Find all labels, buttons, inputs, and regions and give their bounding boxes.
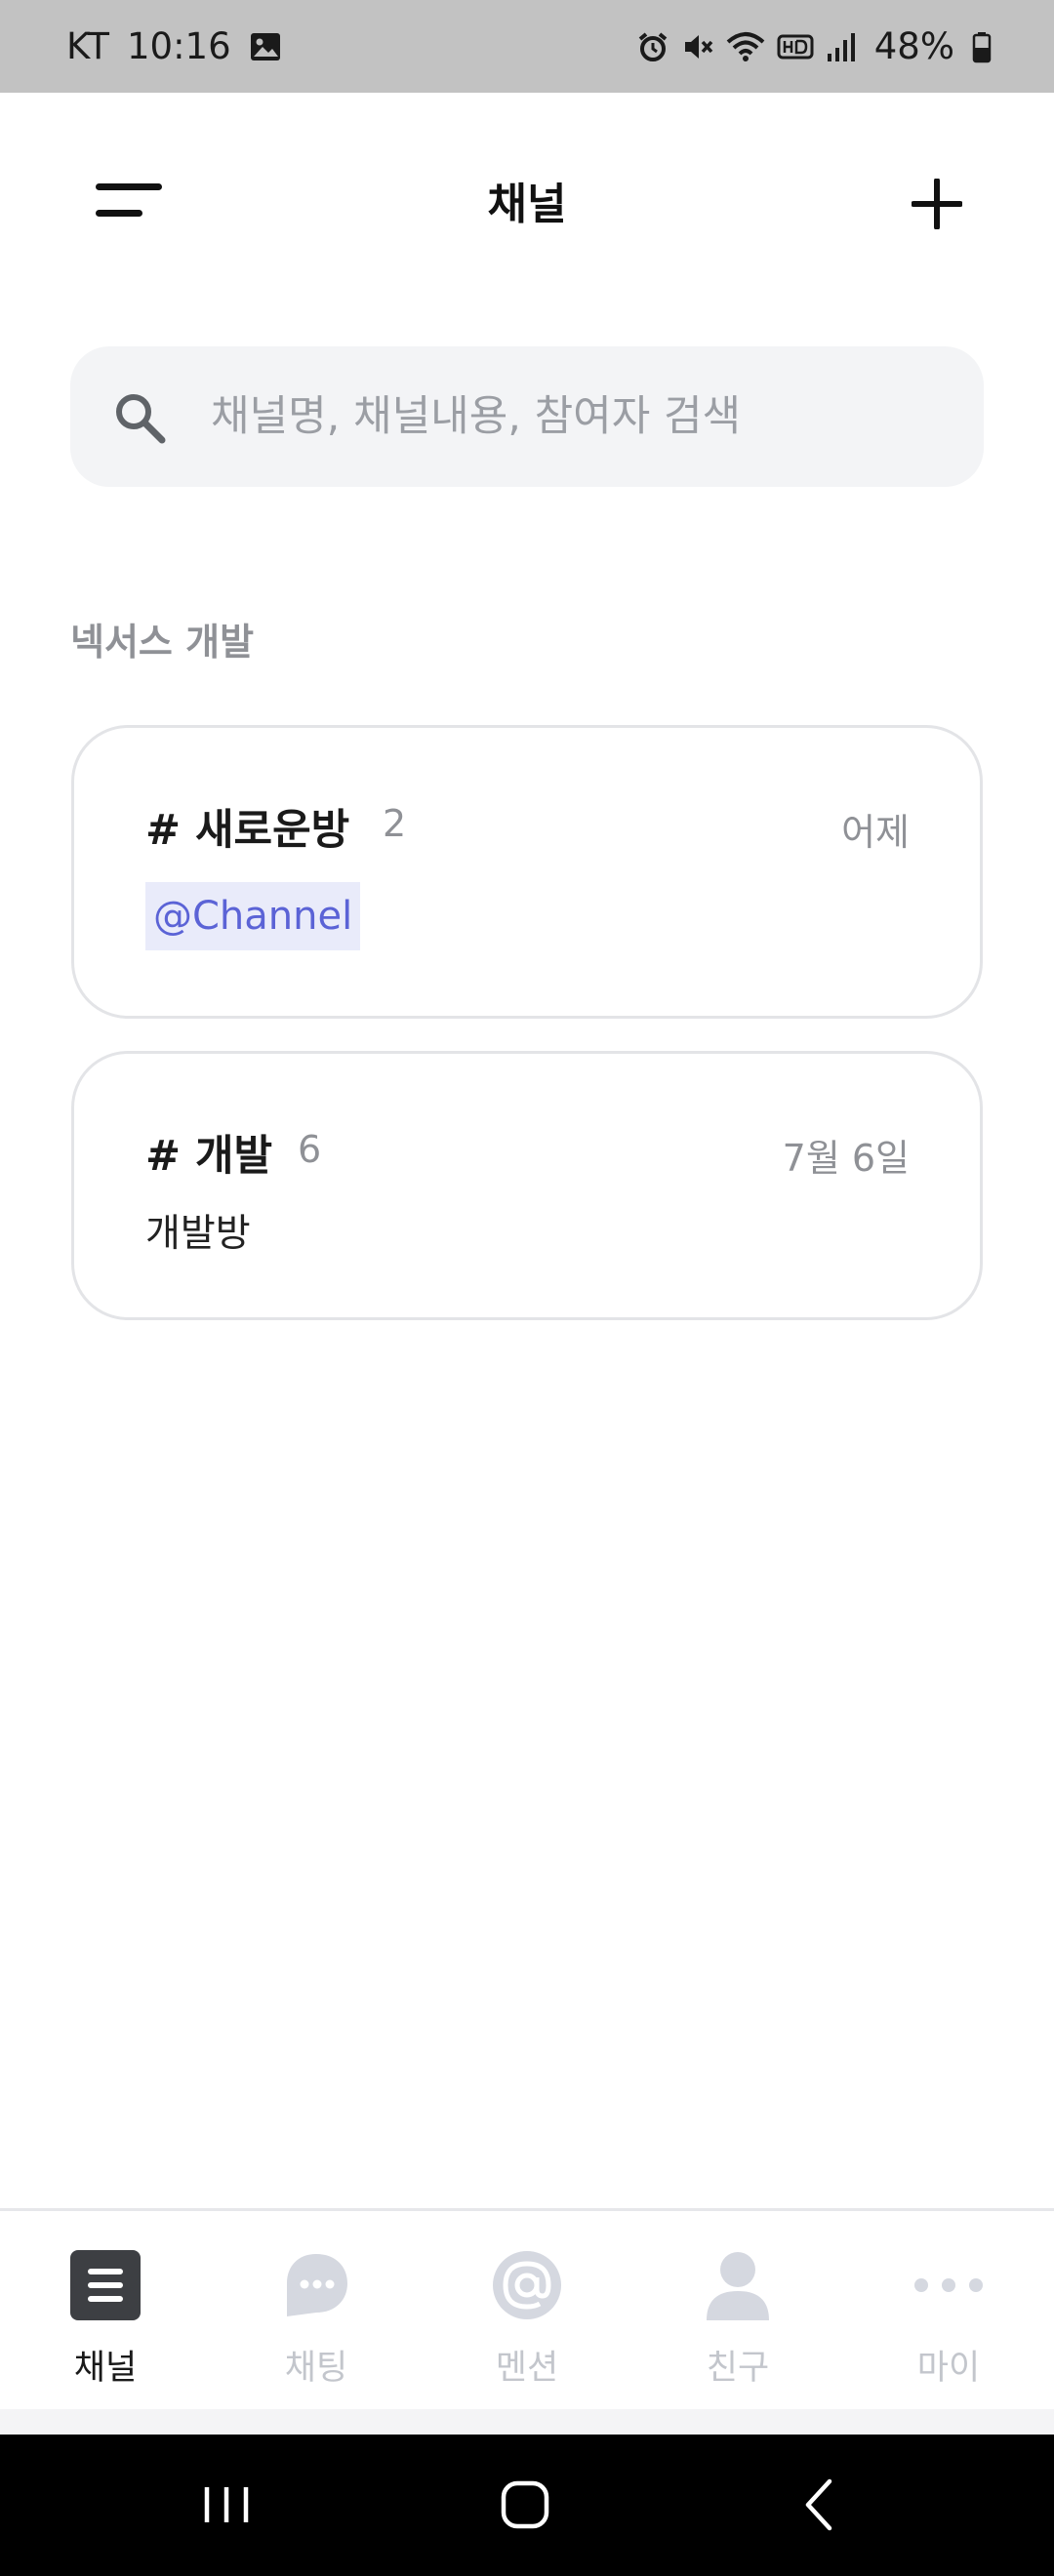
status-icons <box>636 30 857 63</box>
nav-item-friend[interactable]: 친구 <box>632 2211 843 2412</box>
channel-preview: 개발방 <box>145 1212 251 1256</box>
app-header: 채널 <box>0 93 1054 312</box>
system-nav-bar <box>0 2435 1054 2576</box>
channel-name: # 새로운방 <box>145 806 350 855</box>
nav-label: 친구 <box>706 2349 770 2388</box>
search-icon <box>116 394 166 444</box>
friend-icon <box>707 2252 769 2320</box>
carrier-label: KT <box>66 25 109 67</box>
mention-icon <box>493 2251 561 2319</box>
nav-label: 마이 <box>916 2349 981 2388</box>
search-placeholder: 채널명, 채널내용, 참여자 검색 <box>211 392 742 441</box>
nav-item-mention[interactable]: 멘션 <box>422 2211 632 2412</box>
status-left: KT 10:16 <box>66 25 282 67</box>
battery-percent: 48% <box>873 25 954 67</box>
back-icon[interactable] <box>798 2474 841 2536</box>
nav-label: 채팅 <box>284 2349 348 2388</box>
section-title: 넥서스 개발 <box>70 621 255 664</box>
image-icon <box>250 32 280 60</box>
nav-item-channel[interactable]: 채널 <box>0 2211 211 2412</box>
clock: 10:16 <box>127 25 231 67</box>
status-right: 48% <box>636 25 992 67</box>
last-message-date: 어제 <box>841 811 910 854</box>
plus-icon[interactable] <box>912 179 962 229</box>
page-title: 채널 <box>487 180 567 229</box>
search-input[interactable]: 채널명, 채널내용, 참여자 검색 <box>70 346 984 487</box>
wifi-icon <box>726 31 765 61</box>
nav-item-chat[interactable]: 채팅 <box>211 2211 422 2412</box>
status-bar: KT 10:16 48% <box>0 0 1054 93</box>
chat-icon <box>287 2254 347 2316</box>
channel-name: # 개발 <box>145 1132 273 1181</box>
mute-icon <box>684 34 713 59</box>
channel-card[interactable]: # 새로운방 2 어제 @Channel <box>71 725 983 1019</box>
nav-item-my[interactable]: 마이 <box>843 2211 1054 2412</box>
mention-tag: @Channel <box>145 882 361 950</box>
channel-icon <box>70 2250 141 2320</box>
nav-label: 채널 <box>73 2349 138 2388</box>
channel-card[interactable]: # 개발 6 7월 6일 개발방 <box>71 1051 983 1320</box>
member-count: 6 <box>298 1128 322 1171</box>
last-message-date: 7월 6일 <box>782 1137 910 1180</box>
nav-label: 멘션 <box>495 2349 559 2388</box>
battery-icon <box>972 31 992 62</box>
home-icon[interactable] <box>494 2474 556 2536</box>
bottom-nav: 채널 채팅 멘션 친구 마이 <box>0 2208 1054 2435</box>
signal-icon <box>827 32 855 61</box>
member-count: 2 <box>383 802 407 845</box>
hd-icon <box>777 34 814 59</box>
recent-apps-icon[interactable] <box>199 2474 254 2536</box>
alarm-icon <box>638 31 668 61</box>
more-icon <box>914 2278 983 2292</box>
